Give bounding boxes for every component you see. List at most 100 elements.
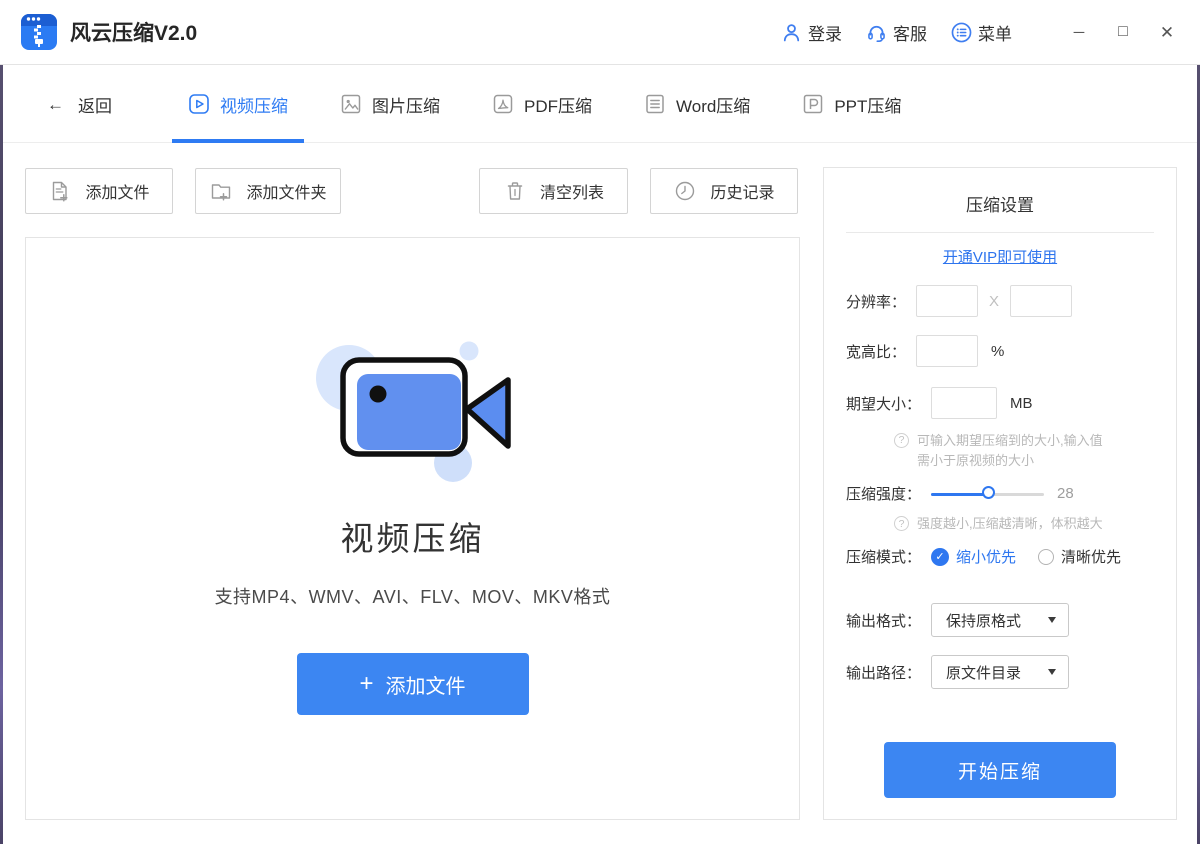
titlebar: 风云压缩V2.0 登录 客服 <box>0 0 1200 65</box>
menu-button[interactable]: 菜单 <box>951 20 1012 45</box>
add-folder-button[interactable]: 添加文件夹 <box>195 168 341 214</box>
tab-pdf-compress[interactable]: PDF压缩 <box>476 66 608 142</box>
mode-label: 压缩模式： <box>846 546 921 567</box>
folder-plus-icon <box>209 179 233 203</box>
file-toolbar: 添加文件 添加文件夹 清空列表 历史记录 <box>25 168 798 214</box>
aspect-ratio-input[interactable] <box>916 335 978 367</box>
clear-list-label: 清空列表 <box>540 179 604 203</box>
back-label: 返回 <box>78 92 112 117</box>
add-file-primary-label: 添加文件 <box>386 670 466 699</box>
add-file-button[interactable]: 添加文件 <box>25 168 173 214</box>
resolution-width-input[interactable] <box>916 285 978 317</box>
trash-icon <box>503 179 527 203</box>
customer-service-label: 客服 <box>893 20 927 45</box>
history-label: 历史记录 <box>710 179 774 203</box>
user-icon <box>781 22 802 43</box>
tab-ppt-compress[interactable]: PPT压缩 <box>786 66 917 142</box>
aspect-ratio-label: 宽高比： <box>846 341 906 362</box>
app-title: 风云压缩V2.0 <box>70 17 197 47</box>
tab-word-compress[interactable]: Word压缩 <box>628 66 766 142</box>
radio-shrink-priority[interactable]: ✓ 缩小优先 <box>931 546 1016 567</box>
resolution-label: 分辨率： <box>846 291 906 312</box>
login-label: 登录 <box>808 20 842 45</box>
output-path-value: 原文件目录 <box>946 662 1021 683</box>
target-size-help-text: 可输入期望压缩到的大小,输入值 需小于原视频的大小 <box>917 431 1103 471</box>
file-plus-icon <box>48 179 72 203</box>
target-size-help: ? 可输入期望压缩到的大小,输入值 需小于原视频的大小 <box>846 431 1154 471</box>
video-drop-panel[interactable]: 视频压缩 支持MP4、WMV、AVI、FLV、MOV、MKV格式 + 添加文件 <box>25 237 800 820</box>
menu-label: 菜单 <box>978 20 1012 45</box>
start-compress-button[interactable]: 开始压缩 <box>884 742 1116 798</box>
plus-icon: + <box>359 672 373 696</box>
resolution-height-input[interactable] <box>1010 285 1072 317</box>
tabbar: ← 返回 视频压缩 图片压缩 PDF压缩 <box>3 66 1197 143</box>
help-icon: ? <box>894 516 909 531</box>
desktop-edge-left <box>0 62 3 844</box>
radio-clarity-priority[interactable]: 清晰优先 <box>1038 546 1121 567</box>
output-format-value: 保持原格式 <box>946 610 1021 631</box>
target-size-unit: MB <box>1010 395 1033 412</box>
mode-row: 压缩模式： ✓ 缩小优先 清晰优先 <box>846 546 1154 567</box>
tab-label: PPT压缩 <box>834 92 901 117</box>
add-file-label: 添加文件 <box>85 179 149 203</box>
target-size-label: 期望大小： <box>846 393 921 414</box>
pdf-icon <box>492 93 514 115</box>
toolbar-right-group: 清空列表 历史记录 <box>479 168 798 214</box>
toolbar-left-group: 添加文件 添加文件夹 <box>25 168 341 214</box>
tab-image-compress[interactable]: 图片压缩 <box>324 66 456 142</box>
output-format-select[interactable]: 保持原格式 <box>931 603 1069 637</box>
add-file-primary-button[interactable]: + 添加文件 <box>297 653 529 715</box>
radio-unchecked-icon <box>1038 549 1054 565</box>
output-format-label: 输出格式： <box>846 610 921 631</box>
tab-label: 图片压缩 <box>372 92 440 117</box>
image-icon <box>340 93 362 115</box>
back-arrow-icon: ← <box>47 96 64 113</box>
output-path-label: 输出路径： <box>846 662 921 683</box>
aspect-ratio-row: 宽高比： % <box>846 335 1154 367</box>
strength-label: 压缩强度： <box>846 483 921 504</box>
word-doc-icon <box>644 93 666 115</box>
strength-help: ? 强度越小,压缩越清晰，体积越大 <box>846 514 1154 534</box>
login-button[interactable]: 登录 <box>781 20 842 45</box>
back-button[interactable]: ← 返回 <box>33 92 112 117</box>
video-play-icon <box>188 93 210 115</box>
slider-knob[interactable] <box>982 486 995 499</box>
tab-video-compress[interactable]: 视频压缩 <box>172 66 304 142</box>
tabs: 视频压缩 图片压缩 PDF压缩 Word压缩 <box>172 66 937 142</box>
tab-label: Word压缩 <box>676 92 750 117</box>
target-size-row: 期望大小： MB <box>846 387 1154 419</box>
tab-label: PDF压缩 <box>524 92 592 117</box>
slider-fill <box>931 493 990 496</box>
ppt-icon <box>802 93 824 115</box>
strength-help-text: 强度越小,压缩越清晰，体积越大 <box>917 514 1103 534</box>
target-size-input[interactable] <box>931 387 997 419</box>
window-controls: ─ □ ✕ <box>1046 24 1178 41</box>
minimize-button[interactable]: ─ <box>1068 25 1090 40</box>
radio-checked-icon: ✓ <box>931 548 949 566</box>
add-folder-label: 添加文件夹 <box>246 179 326 203</box>
titlebar-actions: 登录 客服 菜单 ─ □ ✕ <box>757 20 1178 45</box>
vip-link[interactable]: 开通VIP即可使用 <box>846 246 1154 267</box>
output-path-row: 输出路径： 原文件目录 <box>846 655 1154 689</box>
clock-icon <box>673 179 697 203</box>
history-button[interactable]: 历史记录 <box>650 168 798 214</box>
tab-label: 视频压缩 <box>220 92 288 117</box>
video-camera-illustration <box>305 330 521 496</box>
output-path-select[interactable]: 原文件目录 <box>931 655 1069 689</box>
close-button[interactable]: ✕ <box>1156 24 1178 41</box>
strength-slider[interactable] <box>931 486 1044 502</box>
chevron-down-icon <box>1048 617 1056 623</box>
supported-formats-text: 支持MP4、WMV、AVI、FLV、MOV、MKV格式 <box>215 583 611 609</box>
resolution-x-separator: X <box>989 293 999 310</box>
divider <box>846 232 1154 233</box>
drop-panel-title: 视频压缩 <box>341 512 485 560</box>
aspect-ratio-unit: % <box>991 343 1004 360</box>
customer-service-button[interactable]: 客服 <box>866 20 927 45</box>
maximize-button[interactable]: □ <box>1112 24 1134 40</box>
app-logo-icon <box>20 13 58 51</box>
help-icon: ? <box>894 433 909 448</box>
compression-settings-panel: 压缩设置 开通VIP即可使用 分辨率： X 宽高比： % 期望大小： MB ? … <box>823 167 1177 820</box>
menu-icon <box>951 22 972 43</box>
clear-list-button[interactable]: 清空列表 <box>479 168 628 214</box>
output-format-row: 输出格式： 保持原格式 <box>846 603 1154 637</box>
